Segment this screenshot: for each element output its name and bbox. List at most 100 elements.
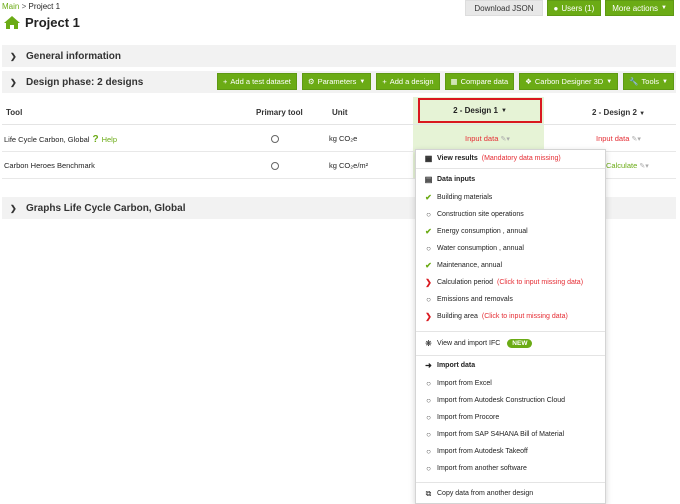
import-acc-item[interactable]: ○ Import from Autodesk Construction Clou… <box>416 392 605 409</box>
input-item-emissions[interactable]: ○ Emissions and removals <box>416 291 605 308</box>
design-2-cell[interactable]: Calculate ✎▾ <box>606 161 649 170</box>
breadcrumb-current: Project 1 <box>28 2 61 11</box>
import-excel-item[interactable]: ○ Import from Excel <box>416 375 605 392</box>
design-2-label: 2 - Design 2 <box>592 108 637 117</box>
copy-icon: ⧉ <box>425 488 432 498</box>
carbon3d-label: Carbon Designer 3D <box>534 77 604 86</box>
input-item-water[interactable]: ○ Water consumption , annual <box>416 240 605 257</box>
view-import-ifc-item[interactable]: ❋ View and import IFC NEW <box>416 335 605 352</box>
view-results-item[interactable]: ▦ View results (Mandatory data missing) <box>416 150 605 167</box>
input-item-maintenance[interactable]: ✔ Maintenance, annual <box>416 257 605 274</box>
circle-bullet-icon: ○ <box>426 210 431 219</box>
help-icon[interactable]: ? <box>92 134 98 145</box>
table-row: Life Cycle Carbon, Global? Help kg CO₂e I… <box>2 125 676 152</box>
new-badge: NEW <box>507 339 533 348</box>
chevron-right-icon: ❯ <box>10 203 17 213</box>
input-data-link[interactable]: Input data <box>465 134 498 143</box>
view-results-label: View results <box>437 155 478 162</box>
header-design-2[interactable]: 2 - Design 2 ▼ <box>592 108 645 117</box>
help-link[interactable]: Help <box>102 135 117 144</box>
caret-down-icon: ▼ <box>662 78 668 85</box>
divider <box>416 168 605 169</box>
check-icon: ✔ <box>425 193 432 202</box>
import-label: Import from SAP S4HANA Bill of Material <box>437 431 565 438</box>
users-label: Users (1) <box>561 3 595 13</box>
breadcrumb: Main > Project 1 <box>2 2 60 11</box>
add-design-button[interactable]: + Add a design <box>376 73 440 90</box>
section-graphs-label: Graphs Life Cycle Carbon, Global <box>26 202 186 214</box>
top-actions: Download JSON ● Users (1) More actions ▼ <box>465 0 674 16</box>
input-item-calculation-period[interactable]: ❯ Calculation period (Click to input mis… <box>416 274 605 291</box>
pencil-icon: ✎▾ <box>639 163 649 170</box>
compare-data-button[interactable]: ▦ Compare data <box>444 73 515 90</box>
chevron-right-icon: ❯ <box>10 77 17 87</box>
data-inputs-label: Data inputs <box>437 176 476 183</box>
circle-bullet-icon: ○ <box>426 244 431 253</box>
ifc-icon: ❋ <box>425 339 432 348</box>
import-procore-item[interactable]: ○ Import from Procore <box>416 409 605 426</box>
copy-label: Copy data from another design <box>437 490 534 497</box>
import-data-header: ➜ Import data <box>416 357 605 374</box>
bar-chart-icon: ▦ <box>424 154 433 163</box>
add-test-label: Add a test dataset <box>230 77 291 86</box>
check-icon: ✔ <box>425 261 432 270</box>
input-data-link[interactable]: Input data <box>596 134 629 143</box>
design-1-cell[interactable]: Input data ✎▾ <box>465 134 510 143</box>
cube-icon: ❖ <box>525 77 532 86</box>
input-label: Emissions and removals <box>437 296 513 303</box>
more-actions-label: More actions <box>612 3 659 13</box>
design-toolbar: + Add a test dataset ⚙ Parameters ▼ + Ad… <box>217 73 674 90</box>
import-label: Import from Autodesk Construction Cloud <box>437 397 566 404</box>
download-json-button[interactable]: Download JSON <box>465 0 543 16</box>
section-general-information[interactable]: ❯ General information <box>2 45 676 67</box>
tool-name: Life Cycle Carbon, Global? Help <box>4 134 117 145</box>
header-primary-tool: Primary tool <box>256 108 303 117</box>
input-item-construction-site[interactable]: ○ Construction site operations <box>416 206 605 223</box>
calculate-link[interactable]: Calculate <box>606 161 637 170</box>
view-results-note: (Mandatory data missing) <box>481 155 561 162</box>
import-label: Import from Excel <box>437 380 492 387</box>
add-design-label: Add a design <box>389 77 434 86</box>
design-1-label: 2 - Design 1 <box>453 106 498 115</box>
circle-bullet-icon: ○ <box>426 464 431 473</box>
input-item-energy[interactable]: ✔ Energy consumption , annual <box>416 223 605 240</box>
table-header: Tool Primary tool Unit 2 - Design 2 ▼ <box>2 97 676 125</box>
tools-button[interactable]: 🔧 Tools ▼ <box>623 73 674 90</box>
header-design-1[interactable]: 2 - Design 1 ▼ <box>418 98 542 123</box>
circle-bullet-icon: ○ <box>426 447 431 456</box>
home-icon <box>4 16 20 29</box>
carbon-designer-3d-button[interactable]: ❖ Carbon Designer 3D ▼ <box>519 73 619 90</box>
missing-note: (Click to input missing data) <box>481 313 568 320</box>
plus-icon: + <box>223 77 228 86</box>
gear-icon: ⚙ <box>307 77 315 86</box>
section-general-label: General information <box>26 50 122 62</box>
input-label: Calculation period <box>437 279 494 286</box>
design-2-cell[interactable]: Input data ✎▾ <box>596 134 641 143</box>
breadcrumb-separator: > <box>21 2 27 11</box>
chevron-right-icon: ❯ <box>10 51 17 61</box>
import-other-item[interactable]: ○ Import from another software <box>416 460 605 477</box>
divider <box>416 331 605 332</box>
input-item-building-area[interactable]: ❯ Building area (Click to input missing … <box>416 308 605 325</box>
primary-tool-radio[interactable] <box>271 162 279 170</box>
import-label: Import from another software <box>437 465 527 472</box>
more-actions-button[interactable]: More actions ▼ <box>605 0 674 16</box>
import-sap-item[interactable]: ○ Import from SAP S4HANA Bill of Materia… <box>416 426 605 443</box>
header-tool: Tool <box>6 108 23 117</box>
breadcrumb-main-link[interactable]: Main <box>2 2 19 11</box>
circle-bullet-icon: ○ <box>426 413 431 422</box>
tool-name-text: Life Cycle Carbon, Global <box>4 135 90 144</box>
input-item-building-materials[interactable]: ✔ Building materials <box>416 189 605 206</box>
import-takeoff-item[interactable]: ○ Import from Autodesk Takeoff <box>416 443 605 460</box>
input-label: Building materials <box>437 194 493 201</box>
input-label: Energy consumption , annual <box>437 228 528 235</box>
list-icon: ▤ <box>424 175 433 184</box>
primary-tool-radio[interactable] <box>271 135 279 143</box>
copy-data-item[interactable]: ⧉ Copy data from another design <box>416 485 605 502</box>
wrench-icon: 🔧 <box>629 77 639 86</box>
parameters-button[interactable]: ⚙ Parameters ▼ <box>301 73 372 90</box>
add-test-dataset-button[interactable]: + Add a test dataset <box>217 73 297 90</box>
users-button[interactable]: ● Users (1) <box>546 0 602 16</box>
caret-down-icon: ▼ <box>639 111 646 117</box>
divider <box>416 355 605 356</box>
